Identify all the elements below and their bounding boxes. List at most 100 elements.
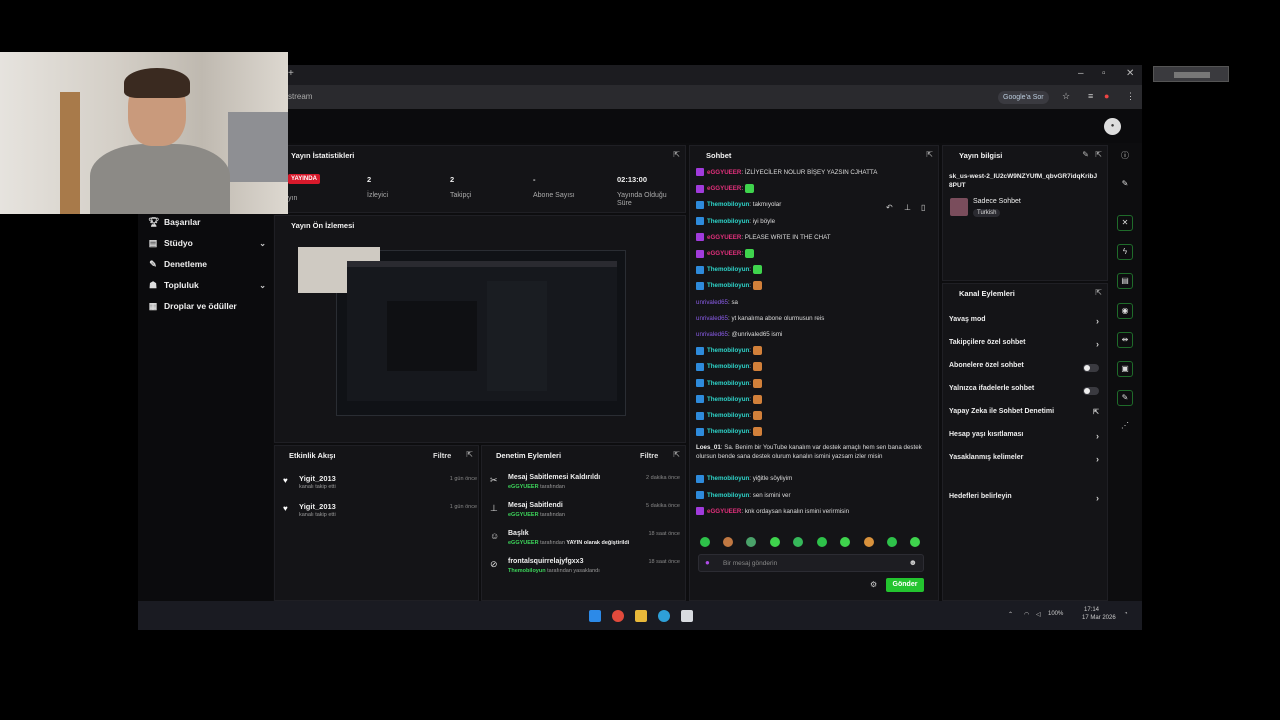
- tab-search-icon[interactable]: ≡: [1088, 91, 1093, 101]
- emote-icon[interactable]: [793, 537, 803, 547]
- chat-message[interactable]: eGGYUEER: İZLİYECİLER NOLUR BİŞEY YAZSIN…: [696, 168, 928, 177]
- sidebar-item-community[interactable]: ☗ Topluluk ⌄: [148, 278, 266, 292]
- chat-message[interactable]: eGGYUEER: PLEASE WRITE IN THE CHAT: [696, 233, 928, 242]
- chat-input[interactable]: ● Bir mesaj gönderin ☻: [698, 554, 924, 572]
- emote-icon[interactable]: [817, 537, 827, 547]
- maximize-icon[interactable]: ▫: [1102, 68, 1106, 79]
- sidebar-item-moderation[interactable]: ✎ Denetleme: [148, 257, 266, 271]
- chat-message[interactable]: Themobiloyun:: [696, 394, 928, 404]
- chat-username[interactable]: eGGYUEER: [707, 234, 741, 241]
- emote-icon[interactable]: [864, 537, 874, 547]
- monitor-icon[interactable]: ▣: [1117, 361, 1133, 377]
- notification-icon[interactable]: ◔: [1124, 611, 1128, 617]
- emote-icon[interactable]: [700, 537, 710, 547]
- minimize-icon[interactable]: –: [1078, 68, 1084, 79]
- popout-icon[interactable]: ⇱: [1095, 150, 1102, 159]
- address-bar[interactable]: stream Google'a Sor ☆ ≡ ● ⋮: [138, 85, 1142, 109]
- mod-actor[interactable]: eGGYUEER: [508, 484, 539, 490]
- popout-icon[interactable]: ⇱: [673, 150, 680, 159]
- close-square-icon[interactable]: ✕: [1117, 215, 1133, 231]
- chat-message[interactable]: eGGYUEER:: [696, 249, 928, 258]
- gear-icon[interactable]: ⚙: [870, 580, 877, 589]
- emote-icon[interactable]: [723, 537, 733, 547]
- star-icon[interactable]: ☆: [1062, 91, 1070, 102]
- stream-key[interactable]: sk_us-west-2_IU2cW9NZYUfM_qbvGR7idqKribJ…: [949, 172, 1099, 190]
- chat-message[interactable]: unrivaled65: yt kanalıma abone olurmusun…: [696, 314, 928, 323]
- chat-message[interactable]: Themobiloyun:: [696, 346, 928, 356]
- chat-username[interactable]: Themobiloyun: [707, 347, 749, 354]
- clock-time[interactable]: 17:14: [1084, 607, 1099, 613]
- chat-username[interactable]: Themobiloyun: [707, 364, 749, 371]
- wrench-icon[interactable]: ✎: [1117, 390, 1133, 406]
- banned-words-row[interactable]: Yasaklanmış kelimeler ›: [949, 454, 1099, 468]
- chat-username[interactable]: Themobiloyun: [707, 201, 749, 208]
- emote-only-toggle[interactable]: [1083, 387, 1099, 395]
- activity-user[interactable]: Yigit_2013: [299, 502, 336, 511]
- chat-message[interactable]: Themobiloyun: sen ismini ver: [696, 490, 928, 500]
- chat-username[interactable]: Themobiloyun: [707, 266, 749, 273]
- chat-message[interactable]: Themobiloyun: yiğitle söyliyim: [696, 474, 928, 483]
- tray-chevron-icon[interactable]: ⌃: [1008, 611, 1013, 618]
- popout-icon[interactable]: ⇱: [673, 450, 680, 459]
- browser-menu-icon[interactable]: ⋮: [1126, 91, 1135, 102]
- subscribers-only-toggle[interactable]: [1083, 364, 1099, 372]
- ai-moderation-row[interactable]: Yapay Zeka ile Sohbet Denetimi ⇱: [949, 408, 1099, 422]
- chat-message[interactable]: eGGYUEER:: [696, 184, 928, 194]
- wifi-icon[interactable]: ◠: [1024, 611, 1029, 618]
- emote-icon[interactable]: [887, 537, 897, 547]
- mod-actor[interactable]: eGGYUEER: [508, 512, 539, 518]
- chat-message[interactable]: unrivaled65: sa: [696, 298, 928, 307]
- app-icon[interactable]: [681, 610, 693, 622]
- chat-username[interactable]: eGGYUEER: [707, 250, 741, 257]
- pencil-icon[interactable]: ✎: [1117, 177, 1133, 193]
- expand-icon[interactable]: ⇹: [1117, 332, 1133, 348]
- filter-button[interactable]: Filtre: [640, 451, 658, 460]
- profile-icon[interactable]: ●: [1104, 91, 1109, 101]
- reply-icon[interactable]: ↶: [886, 203, 893, 212]
- set-goals-row[interactable]: Hedefleri belirleyin ›: [949, 493, 1099, 507]
- chat-message[interactable]: Themobiloyun:: [696, 411, 928, 420]
- chat-username[interactable]: eGGYUEER: [707, 185, 741, 192]
- popout-icon[interactable]: ⇱: [1095, 288, 1102, 297]
- chat-message[interactable]: Themobiloyun: takmıyolar: [696, 200, 928, 209]
- filter-button[interactable]: Filtre: [433, 451, 451, 460]
- share-icon[interactable]: ⋰: [1117, 419, 1133, 435]
- windows-start-icon[interactable]: [589, 610, 601, 622]
- clock-date[interactable]: 17 Mar 2026: [1082, 615, 1116, 621]
- edge-icon[interactable]: [658, 610, 670, 622]
- chat-username[interactable]: Themobiloyun: [707, 218, 749, 225]
- slow-mode-row[interactable]: Yavaş mod ›: [949, 316, 1099, 330]
- chat-username[interactable]: Themobiloyun: [707, 428, 749, 435]
- chat-username[interactable]: Themobiloyun: [707, 492, 749, 499]
- chat-message[interactable]: Themobiloyun:: [696, 281, 928, 291]
- chat-message[interactable]: Themobiloyun:: [696, 378, 928, 388]
- chat-username[interactable]: Themobiloyun: [707, 475, 749, 482]
- chat-message[interactable]: Themobiloyun:: [696, 362, 928, 372]
- volume-icon[interactable]: ◁: [1036, 611, 1041, 618]
- account-age-row[interactable]: Hesap yaşı kısıtlaması ›: [949, 431, 1099, 445]
- chat-username[interactable]: eGGYUEER: [707, 169, 741, 176]
- activity-user[interactable]: Yigit_2013: [299, 474, 336, 483]
- url-text[interactable]: stream: [288, 92, 312, 101]
- popout-icon[interactable]: ⇱: [926, 150, 933, 159]
- sidebar-item-drops[interactable]: ▦ Droplar ve ödüller: [148, 299, 266, 313]
- chat-message[interactable]: eGGYUEER: knk ordaysan kanalın ismini ve…: [696, 507, 928, 516]
- sidebar-item-achievements[interactable]: 🏆︎ Başarılar: [148, 215, 266, 229]
- mod-actor[interactable]: eGGYUEER: [508, 540, 539, 546]
- chat-message[interactable]: unrivaled65: @unrivaled65 ismi: [696, 330, 928, 339]
- chat-username[interactable]: Themobiloyun: [707, 396, 749, 403]
- delete-message-icon[interactable]: ▯: [921, 203, 925, 212]
- document-icon[interactable]: ▤: [1117, 273, 1133, 289]
- chat-username[interactable]: unrivaled65: [696, 331, 728, 338]
- chat-username[interactable]: unrivaled65: [696, 315, 728, 322]
- battery-level[interactable]: 100%: [1048, 611, 1063, 617]
- popout-icon[interactable]: ⇱: [466, 450, 473, 459]
- close-icon[interactable]: ✕: [1126, 68, 1134, 79]
- preview-video[interactable]: [298, 247, 626, 416]
- emote-icon[interactable]: [910, 537, 920, 547]
- pin-message-icon[interactable]: ⊥: [904, 203, 911, 212]
- chat-message[interactable]: Themobiloyun:: [696, 427, 928, 437]
- chat-username[interactable]: Themobiloyun: [707, 412, 749, 419]
- mod-actor[interactable]: Themobiloyun: [508, 568, 546, 574]
- edit-icon[interactable]: ✎: [1082, 150, 1089, 159]
